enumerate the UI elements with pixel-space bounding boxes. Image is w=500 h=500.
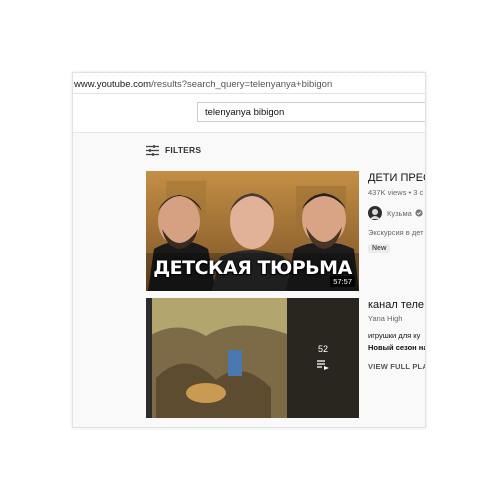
filter-sliders-icon <box>146 144 159 156</box>
video-description: Экскурсия в дет <box>368 228 424 237</box>
video-duration: 57:57 <box>330 276 355 287</box>
video-info: ДЕТИ ПРЕС 437K views • 3 с Кузьма Экскур… <box>368 171 425 255</box>
verified-check-icon <box>415 209 423 217</box>
filters-button[interactable]: FILTERS <box>146 143 201 157</box>
playlist-channel[interactable]: Yana High <box>368 314 425 323</box>
meta-separator: • <box>408 188 412 197</box>
thumbnail-title-text: ДЕТСКАЯ ТЮРЬМА <box>153 257 352 279</box>
new-badge: New <box>368 244 391 253</box>
playlist-icon <box>317 360 329 370</box>
channel-row[interactable]: Кузьма <box>368 206 425 220</box>
video-title[interactable]: ДЕТИ ПРЕС <box>368 171 425 185</box>
playlist-video-1[interactable]: игрушки для ку <box>368 331 425 340</box>
filters-label: FILTERS <box>165 145 202 155</box>
video-thumbnail[interactable]: ДЕТСКАЯ ТЮРЬМА 57:57 <box>146 171 359 291</box>
browser-window: www.youtube.com/results?search_query=tel… <box>72 72 426 428</box>
playlist-info: канал теле Yana High игрушки для ку Новы… <box>368 298 425 371</box>
youtube-header: telenyanya bibigon <box>73 94 425 133</box>
channel-avatar[interactable] <box>368 206 382 220</box>
url-host: www.youtube.com <box>74 79 152 90</box>
address-bar[interactable]: www.youtube.com/results?search_query=tel… <box>73 77 425 94</box>
playlist-overlay: 52 <box>287 298 359 418</box>
view-count: 437K views <box>368 188 407 197</box>
channel-name[interactable]: Кузьма <box>387 209 412 218</box>
playlist-video-2[interactable]: Новый сезон на <box>368 343 425 352</box>
video-meta: 437K views • 3 с <box>368 188 425 197</box>
view-full-playlist-link[interactable]: VIEW FULL PLA <box>368 362 425 371</box>
playlist-title[interactable]: канал теле <box>368 298 425 312</box>
url-path: /results?search_query=telenyanya+bibigon <box>151 79 333 90</box>
playlist-thumbnail[interactable]: 52 <box>146 298 359 418</box>
search-input[interactable]: telenyanya bibigon <box>197 102 425 122</box>
playlist-count: 52 <box>317 344 328 354</box>
torn-edge-top <box>73 73 425 77</box>
upload-age: 3 с <box>413 188 424 197</box>
